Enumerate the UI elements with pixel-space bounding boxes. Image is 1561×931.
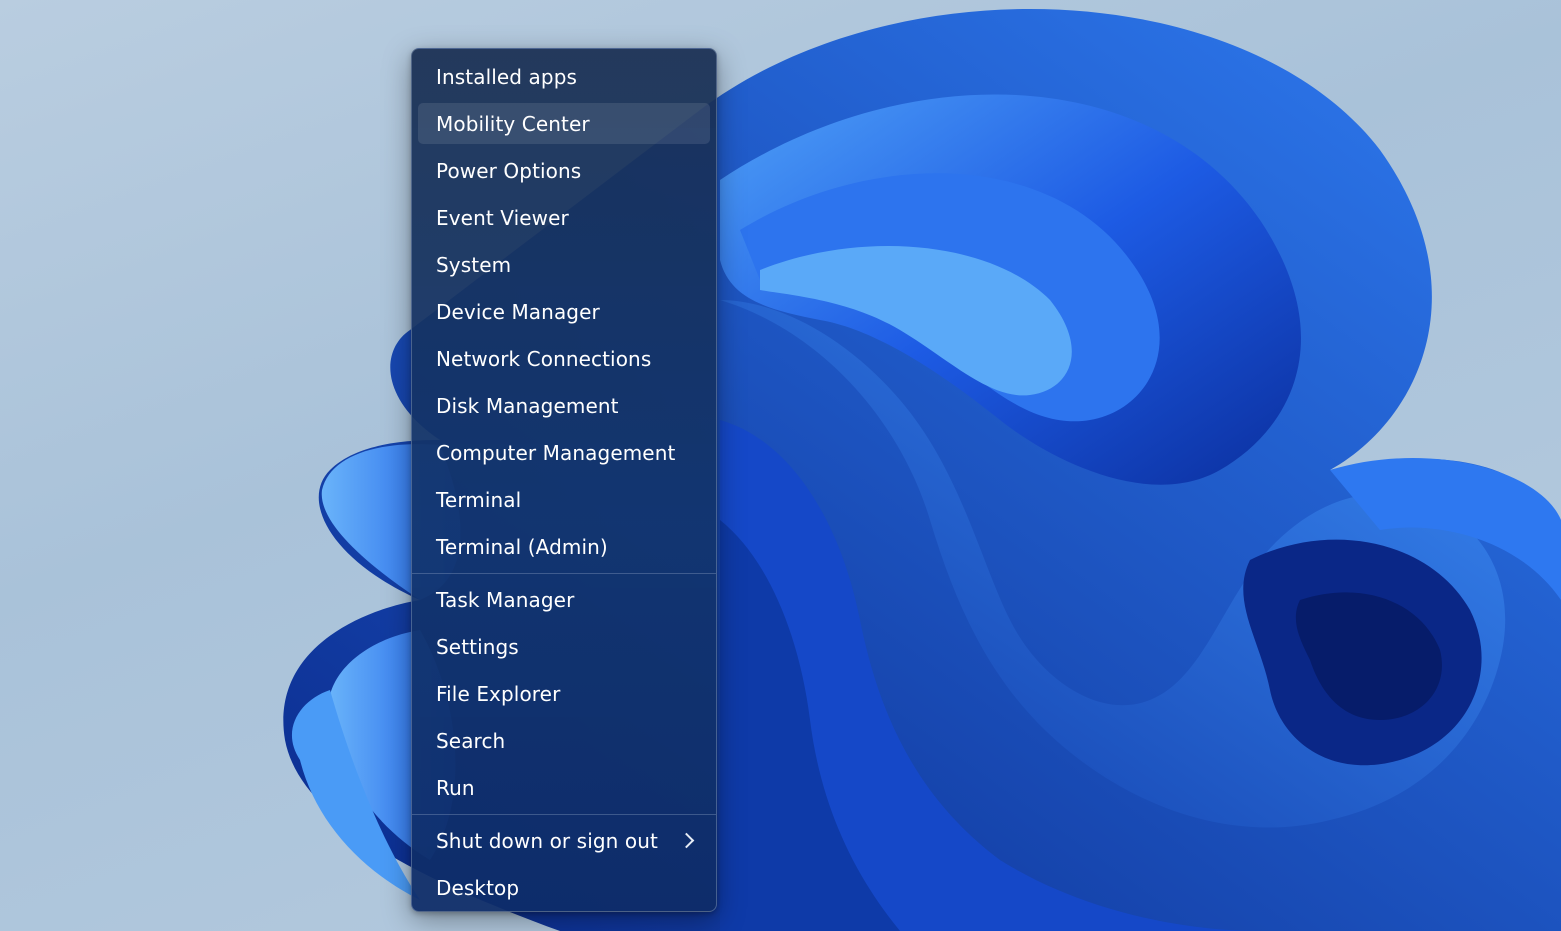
menu-item-run[interactable]: Run [418,767,710,808]
menu-item-disk-management[interactable]: Disk Management [418,385,710,426]
menu-item-label: Power Options [436,158,582,183]
menu-item-power-options[interactable]: Power Options [418,150,710,191]
menu-item-terminal-admin[interactable]: Terminal (Admin) [418,526,710,567]
menu-item-task-manager[interactable]: Task Manager [418,579,710,620]
menu-item-shut-down-or-sign-out[interactable]: Shut down or sign out [418,820,710,861]
menu-item-label: Run [436,775,475,800]
menu-item-label: Mobility Center [436,111,590,136]
menu-item-label: Desktop [436,875,520,900]
wallpaper-bloom-image [283,8,1561,931]
menu-item-installed-apps[interactable]: Installed apps [418,56,710,97]
menu-item-label: Shut down or sign out [436,828,658,853]
menu-item-label: Network Connections [436,346,652,371]
desktop-background: Installed apps Mobility Center Power Optio… [0,0,1561,931]
menu-item-desktop[interactable]: Desktop [418,867,710,908]
menu-item-label: Settings [436,634,519,659]
menu-item-label: Disk Management [436,393,619,418]
winx-context-menu: Installed apps Mobility Center Power Optio… [411,48,717,912]
menu-item-settings[interactable]: Settings [418,626,710,667]
menu-separator [412,573,716,574]
menu-item-network-connections[interactable]: Network Connections [418,338,710,379]
menu-item-event-viewer[interactable]: Event Viewer [418,197,710,238]
menu-item-label: Terminal [436,487,522,512]
menu-item-system[interactable]: System [418,244,710,285]
menu-item-terminal[interactable]: Terminal [418,479,710,520]
menu-item-label: File Explorer [436,681,561,706]
menu-item-mobility-center[interactable]: Mobility Center [418,103,710,144]
menu-separator [412,814,716,815]
menu-item-label: Event Viewer [436,205,569,230]
menu-item-label: Terminal (Admin) [436,534,608,559]
menu-item-label: Task Manager [436,587,575,612]
chevron-right-icon [678,832,695,848]
menu-item-file-explorer[interactable]: File Explorer [418,673,710,714]
menu-item-label: Computer Management [436,440,676,465]
menu-item-label: System [436,252,512,277]
menu-item-device-manager[interactable]: Device Manager [418,291,710,332]
menu-item-label: Installed apps [436,64,578,89]
menu-item-label: Device Manager [436,299,600,324]
menu-item-computer-management[interactable]: Computer Management [418,432,710,473]
menu-item-label: Search [436,728,506,753]
menu-item-search[interactable]: Search [418,720,710,761]
